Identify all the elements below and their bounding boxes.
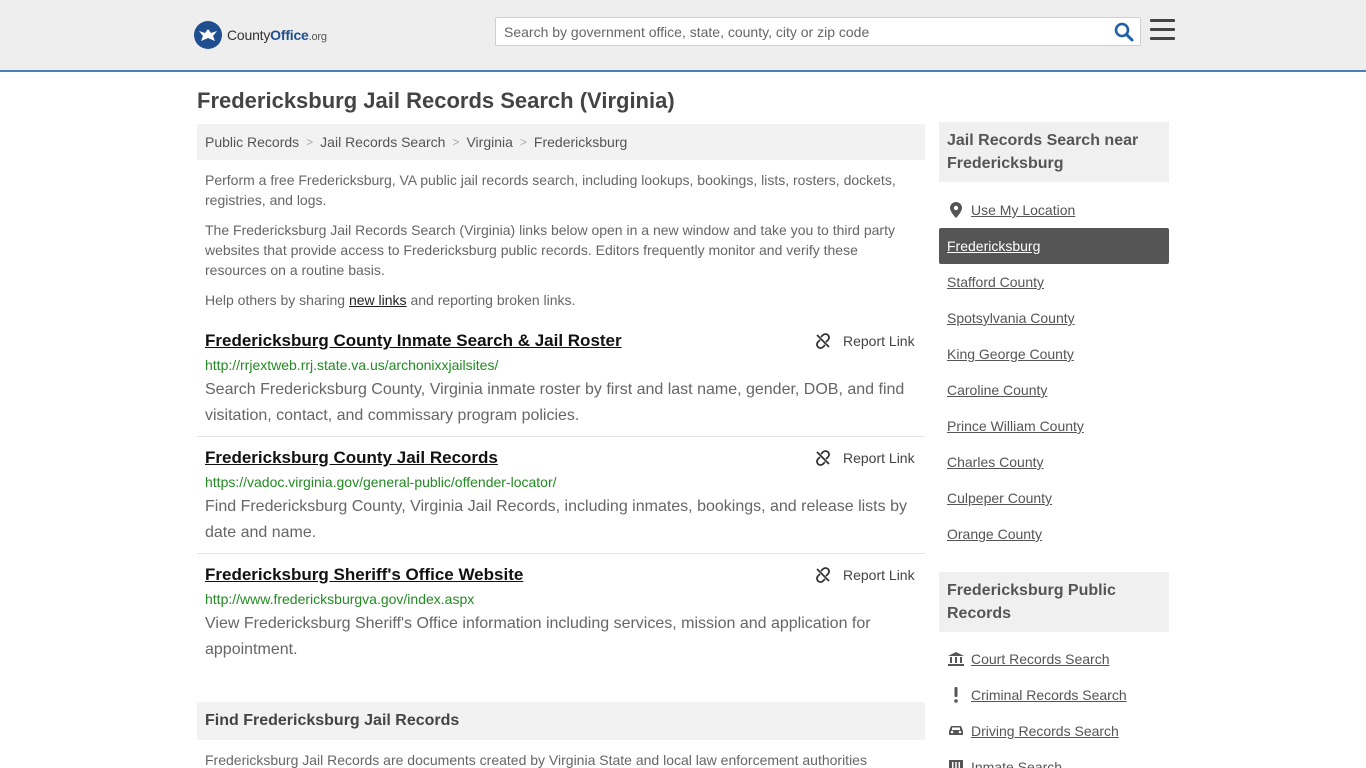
- sidebar-link[interactable]: Prince William County: [947, 418, 1084, 434]
- new-links-link[interactable]: new links: [349, 292, 407, 308]
- sidebar-public-records-heading: Fredericksburg Public Records: [939, 572, 1169, 632]
- help-text-prefix: Help others by sharing: [205, 292, 349, 308]
- sidebar-item-inmate-search[interactable]: Inmate Search: [939, 749, 1169, 768]
- disclaimer-paragraph: The Fredericksburg Jail Records Search (…: [205, 222, 895, 278]
- report-link-button[interactable]: Report Link: [815, 567, 915, 583]
- report-link-label: Report Link: [843, 567, 915, 583]
- breadcrumb-jail-records-search[interactable]: Jail Records Search: [320, 134, 445, 150]
- site-logo[interactable]: CountyOffice.org: [194, 20, 327, 50]
- sidebar-link[interactable]: Charles County: [947, 454, 1044, 470]
- search-icon[interactable]: [1114, 22, 1134, 42]
- breadcrumb-public-records[interactable]: Public Records: [205, 134, 299, 150]
- result-divider: [197, 553, 925, 554]
- sidebar-item-fredericksburg[interactable]: Fredericksburg: [939, 228, 1169, 264]
- result-url[interactable]: http://rrjextweb.rrj.state.va.us/archoni…: [205, 357, 498, 373]
- sidebar-link[interactable]: Court Records Search: [971, 651, 1110, 667]
- result-description: Search Fredericksburg County, Virginia i…: [205, 381, 905, 424]
- page-title: Fredericksburg Jail Records Search (Virg…: [197, 88, 675, 113]
- help-paragraph: Help others by sharing new links and rep…: [205, 290, 915, 310]
- broken-link-icon: [816, 450, 830, 466]
- sidebar-link[interactable]: Spotsylvania County: [947, 310, 1075, 326]
- sidebar-link[interactable]: Culpeper County: [947, 490, 1052, 506]
- courthouse-icon: [947, 652, 965, 666]
- find-section-text: Fredericksburg Jail Records are document…: [205, 752, 867, 768]
- car-icon: [947, 725, 965, 737]
- eagle-seal-icon: [194, 21, 222, 49]
- logo-word-county: County: [227, 27, 271, 43]
- result-title-link[interactable]: Fredericksburg Sheriff's Office Website: [205, 565, 523, 585]
- sidebar-item-criminal-records[interactable]: Criminal Records Search: [939, 677, 1169, 713]
- sidebar-link[interactable]: Criminal Records Search: [971, 687, 1127, 703]
- chevron-right-icon: >: [452, 135, 460, 149]
- result-divider: [197, 436, 925, 437]
- chevron-right-icon: >: [519, 135, 527, 149]
- result-title-link[interactable]: Fredericksburg County Jail Records: [205, 448, 498, 468]
- result-description: View Fredericksburg Sheriff's Office inf…: [205, 615, 871, 658]
- sidebar-link[interactable]: Stafford County: [947, 274, 1044, 290]
- search-box: [495, 17, 1141, 46]
- sidebar-item-charles-county[interactable]: Charles County: [939, 444, 1169, 480]
- logo-word-org: .org: [308, 31, 327, 43]
- logo-text: CountyOffice.org: [227, 27, 327, 43]
- sidebar-item-caroline-county[interactable]: Caroline County: [939, 372, 1169, 408]
- jail-icon: [947, 760, 965, 768]
- result-url[interactable]: http://www.fredericksburgva.gov/index.as…: [205, 591, 474, 607]
- broken-link-icon: [816, 567, 830, 583]
- report-link-button[interactable]: Report Link: [815, 333, 915, 349]
- hamburger-menu-icon[interactable]: [1150, 19, 1175, 42]
- result-title-link[interactable]: Fredericksburg County Inmate Search & Ja…: [205, 331, 622, 351]
- find-section-heading: Find Fredericksburg Jail Records: [197, 702, 925, 740]
- help-text-suffix: and reporting broken links.: [406, 292, 576, 308]
- result-url[interactable]: https://vadoc.virginia.gov/general-publi…: [205, 474, 557, 490]
- report-link-label: Report Link: [843, 333, 915, 349]
- sidebar-item-spotsylvania-county[interactable]: Spotsylvania County: [939, 300, 1169, 336]
- use-my-location-item[interactable]: Use My Location: [939, 192, 1169, 228]
- breadcrumb: Public Records > Jail Records Search > V…: [197, 124, 925, 160]
- sidebar-link[interactable]: Driving Records Search: [971, 723, 1119, 739]
- sidebar-item-stafford-county[interactable]: Stafford County: [939, 264, 1169, 300]
- report-link-button[interactable]: Report Link: [815, 450, 915, 466]
- map-pin-icon: [947, 202, 965, 218]
- sidebar-nearby-heading: Jail Records Search near Fredericksburg: [939, 122, 1169, 182]
- result-description: Find Fredericksburg County, Virginia Jai…: [205, 498, 907, 541]
- sidebar-item-king-george-county[interactable]: King George County: [939, 336, 1169, 372]
- sidebar-link[interactable]: Orange County: [947, 526, 1042, 542]
- breadcrumb-fredericksburg[interactable]: Fredericksburg: [534, 134, 627, 150]
- intro-paragraph: Perform a free Fredericksburg, VA public…: [205, 172, 896, 208]
- exclamation-icon: [947, 687, 965, 703]
- site-header: CountyOffice.org: [0, 0, 1366, 72]
- sidebar-item-driving-records[interactable]: Driving Records Search: [939, 713, 1169, 749]
- chevron-right-icon: >: [306, 135, 314, 149]
- sidebar-item-culpeper-county[interactable]: Culpeper County: [939, 480, 1169, 516]
- sidebar-link[interactable]: Inmate Search: [971, 759, 1062, 768]
- report-link-label: Report Link: [843, 450, 915, 466]
- sidebar-item-orange-county[interactable]: Orange County: [939, 516, 1169, 552]
- sidebar-item-prince-william-county[interactable]: Prince William County: [939, 408, 1169, 444]
- sidebar-link[interactable]: King George County: [947, 346, 1074, 362]
- use-my-location-link[interactable]: Use My Location: [971, 202, 1075, 218]
- sidebar-link[interactable]: Caroline County: [947, 382, 1047, 398]
- search-input[interactable]: [496, 18, 1106, 45]
- breadcrumb-virginia[interactable]: Virginia: [466, 134, 512, 150]
- sidebar-link[interactable]: Fredericksburg: [947, 238, 1040, 254]
- broken-link-icon: [816, 333, 830, 349]
- sidebar-item-court-records[interactable]: Court Records Search: [939, 641, 1169, 677]
- logo-word-office: Office: [270, 27, 309, 43]
